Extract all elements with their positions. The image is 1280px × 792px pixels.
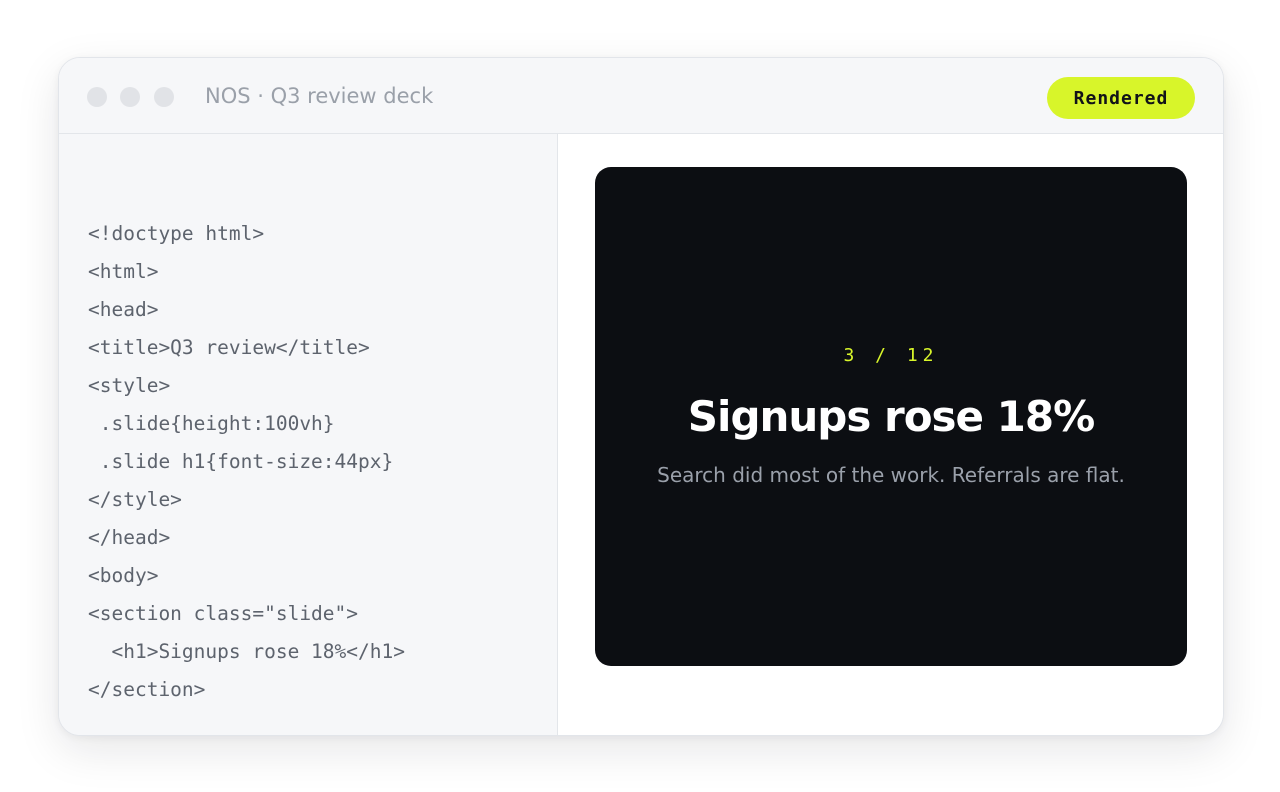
code-line: .slide{height:100vh} bbox=[88, 412, 335, 435]
code-line: <head> bbox=[88, 298, 159, 321]
window-titlebar: NOS · Q3 review deck Rendered bbox=[59, 58, 1223, 134]
slide-preview[interactable]: 3 / 12 Signups rose 18% Search did most … bbox=[595, 167, 1187, 666]
code-line: </section> bbox=[88, 678, 206, 701]
code-line: <body> bbox=[88, 564, 159, 587]
render-preview-pane: 3 / 12 Signups rose 18% Search did most … bbox=[558, 134, 1223, 735]
slide-counter: 3 / 12 bbox=[843, 345, 939, 366]
code-line: </head> bbox=[88, 526, 171, 549]
window-title: NOS · Q3 review deck bbox=[205, 84, 434, 108]
code-line: .slide h1{font-size:44px} bbox=[88, 450, 394, 473]
code-line: </style> bbox=[88, 488, 182, 511]
code-line: <title>Q3 review</title> bbox=[88, 336, 370, 359]
slide-title: Signups rose 18% bbox=[687, 392, 1095, 441]
render-status-badge: Rendered bbox=[1047, 77, 1195, 119]
code-line: <html> bbox=[88, 260, 159, 283]
code-editor-pane[interactable]: <!doctype html> <html> <head> <title>Q3 … bbox=[59, 134, 558, 735]
code-line: <section class="slide"> bbox=[88, 602, 359, 625]
code-line: <style> bbox=[88, 374, 171, 397]
slide-subtitle: Search did most of the work. Referrals a… bbox=[657, 463, 1125, 487]
code-line: <h1>Signups rose 18%</h1> bbox=[88, 640, 405, 663]
code-line: <!doctype html> bbox=[88, 222, 265, 245]
minimize-window-dot-icon[interactable] bbox=[120, 87, 140, 107]
close-window-dot-icon[interactable] bbox=[87, 87, 107, 107]
maximize-window-dot-icon[interactable] bbox=[154, 87, 174, 107]
app-window: NOS · Q3 review deck Rendered <!doctype … bbox=[58, 57, 1224, 736]
